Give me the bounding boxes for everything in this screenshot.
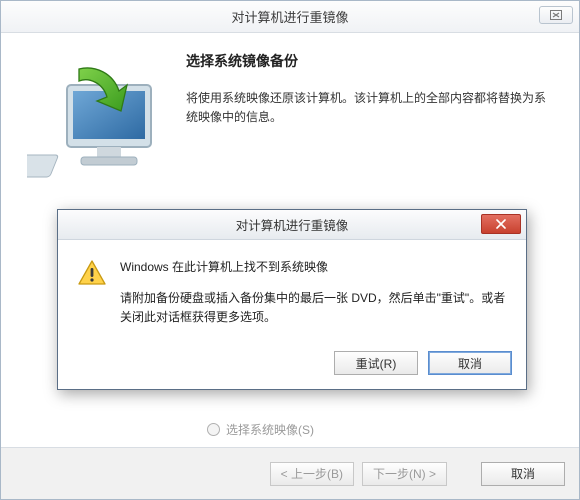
- error-dialog: 对计算机进行重镜像 Windows 在此计算机上找不到系统映像 请附加备份硬盘或…: [57, 209, 527, 390]
- dialog-body: Windows 在此计算机上找不到系统映像 请附加备份硬盘或插入备份集中的最后一…: [58, 240, 526, 341]
- wizard-window: 对计算机进行重镜像: [0, 0, 580, 500]
- wizard-heading: 选择系统镜像备份: [186, 51, 555, 71]
- select-image-radio[interactable]: 选择系统映像(S): [207, 421, 314, 438]
- wizard-body: 选择系统镜像备份 将使用系统映像还原该计算机。该计算机上的全部内容都将替换为系统…: [1, 33, 579, 447]
- restore-illustration-icon: [27, 55, 162, 183]
- dialog-titlebar: 对计算机进行重镜像: [58, 210, 526, 240]
- wizard-footer: < 上一步(B) 下一步(N) > 取消: [1, 447, 579, 499]
- dialog-secondary-message: 请附加备份硬盘或插入备份集中的最后一张 DVD，然后单击"重试"。或者关闭此对话…: [120, 289, 506, 327]
- radio-icon: [207, 423, 220, 436]
- wizard-description: 将使用系统映像还原该计算机。该计算机上的全部内容都将替换为系统映像中的信息。: [186, 89, 555, 127]
- close-icon: [495, 219, 507, 229]
- next-button[interactable]: 下一步(N) >: [362, 462, 447, 486]
- close-icon: [550, 10, 562, 20]
- dialog-text: Windows 在此计算机上找不到系统映像 请附加备份硬盘或插入备份集中的最后一…: [120, 258, 506, 327]
- cancel-button[interactable]: 取消: [428, 351, 512, 375]
- wizard-title: 对计算机进行重镜像: [1, 7, 579, 26]
- dialog-primary-message: Windows 在此计算机上找不到系统映像: [120, 258, 506, 275]
- dialog-title: 对计算机进行重镜像: [58, 215, 526, 234]
- wizard-titlebar: 对计算机进行重镜像: [1, 1, 579, 33]
- warning-icon: [78, 260, 106, 286]
- dialog-close-button[interactable]: [481, 214, 521, 234]
- wizard-cancel-button[interactable]: 取消: [481, 462, 565, 486]
- wizard-close-button[interactable]: [539, 6, 573, 24]
- back-button[interactable]: < 上一步(B): [270, 462, 354, 486]
- dialog-button-row: 重试(R) 取消: [58, 341, 526, 389]
- retry-button[interactable]: 重试(R): [334, 351, 418, 375]
- select-image-radio-label: 选择系统映像(S): [226, 421, 314, 438]
